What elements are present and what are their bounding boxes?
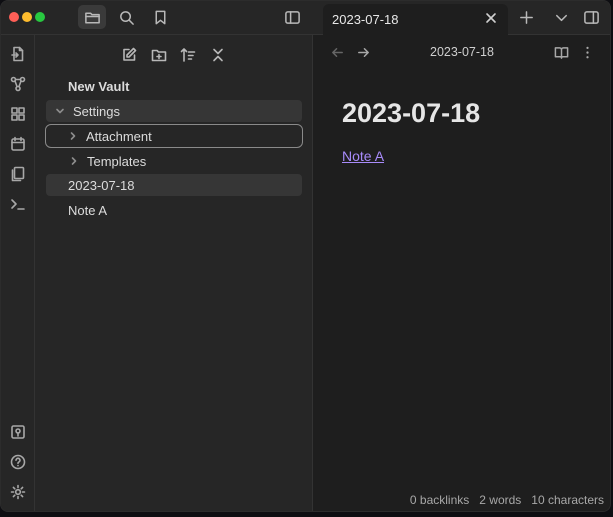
ribbon-graph-view[interactable]	[5, 71, 31, 97]
tree-folder-settings[interactable]: Settings	[46, 100, 302, 122]
reading-view-button[interactable]	[550, 41, 572, 63]
new-folder-icon	[151, 49, 167, 62]
page-title[interactable]: 2023-07-18	[342, 98, 480, 129]
file-explorer: New Vault Settings Attachment Templates …	[35, 35, 313, 511]
title-bar: 2023-07-18	[1, 1, 610, 35]
graph-view-icon	[10, 76, 26, 92]
sidebar-toggle-icon	[284, 10, 300, 24]
right-sidebar-icon	[583, 10, 599, 24]
app-window: 2023-07-18 New Vault Settings Attachment…	[0, 0, 611, 512]
more-options-button[interactable]	[576, 41, 598, 63]
tree-item-label: Note A	[68, 202, 108, 218]
canvas-icon	[11, 107, 25, 121]
ribbon-quick-switcher[interactable]	[5, 41, 31, 67]
vault-name-label: New Vault	[68, 78, 130, 94]
ribbon-daily-note[interactable]	[5, 131, 31, 157]
navigate-back-button[interactable]	[326, 41, 348, 63]
ribbon-command-palette[interactable]	[5, 191, 31, 217]
new-folder-button[interactable]	[147, 43, 171, 67]
plus-icon	[519, 10, 533, 24]
ribbon	[1, 35, 35, 511]
more-vertical-icon	[585, 46, 589, 58]
chevron-down-icon	[53, 104, 67, 118]
arrow-right-icon	[357, 47, 369, 57]
settings-icon	[10, 484, 26, 500]
right-sidebar-toggle[interactable]	[577, 5, 605, 29]
vault-name[interactable]: New Vault	[68, 75, 298, 97]
tree-item-label: 2023-07-18	[68, 177, 135, 193]
help-icon	[10, 454, 26, 470]
collapse-all-icon	[213, 48, 223, 62]
bookmark-icon	[154, 10, 166, 24]
folder-icon	[84, 11, 100, 23]
arrow-left-icon	[331, 47, 343, 57]
tree-folder-attachment[interactable]: Attachment	[45, 124, 303, 148]
ribbon-vault-switcher[interactable]	[5, 419, 31, 445]
tab-close-button[interactable]	[484, 11, 500, 27]
tree-file-2023-07-18[interactable]: 2023-07-18	[46, 174, 302, 196]
tab-list-button[interactable]	[547, 5, 575, 29]
tree-folder-templates[interactable]: Templates	[46, 150, 302, 172]
search-icon	[119, 10, 134, 25]
tree-item-label: Settings	[73, 103, 120, 119]
ribbon-settings[interactable]	[5, 479, 31, 505]
templates-icon	[11, 166, 25, 182]
bookmarks-button[interactable]	[146, 5, 174, 29]
chevron-right-icon	[66, 129, 80, 143]
close-icon	[486, 13, 496, 23]
new-note-icon	[123, 47, 137, 61]
tab-active[interactable]: 2023-07-18	[323, 4, 508, 35]
new-note-button[interactable]	[117, 43, 141, 67]
tree-file-note-a[interactable]: Note A	[46, 199, 302, 221]
close-window-button[interactable]	[9, 12, 19, 22]
character-count: 10 characters	[531, 493, 604, 507]
chevron-down-icon	[555, 14, 567, 21]
ribbon-templates[interactable]	[5, 161, 31, 187]
search-button[interactable]	[112, 5, 140, 29]
open-quick-switcher-icon	[11, 46, 24, 62]
ribbon-canvas[interactable]	[5, 101, 31, 127]
sort-button[interactable]	[176, 43, 200, 67]
sort-icon	[180, 48, 196, 62]
vault-switcher-icon	[11, 425, 25, 439]
navigate-forward-button[interactable]	[352, 41, 374, 63]
ribbon-help[interactable]	[5, 449, 31, 475]
files-button[interactable]	[78, 5, 106, 29]
tree-item-label: Attachment	[86, 128, 152, 144]
daily-note-icon	[11, 136, 25, 151]
book-open-icon	[554, 46, 568, 59]
minimize-window-button[interactable]	[22, 12, 32, 22]
new-tab-button[interactable]	[512, 5, 540, 29]
command-palette-icon	[11, 199, 25, 210]
editor-pane: 2023-07-18 2023-07-18 Note A 0 backlinks…	[313, 35, 610, 511]
word-count: 2 words	[479, 493, 522, 507]
breadcrumb[interactable]: 2023-07-18	[430, 45, 494, 59]
backlinks-count[interactable]: 0 backlinks	[410, 493, 469, 507]
internal-link[interactable]: Note A	[342, 148, 384, 164]
tree-item-label: Templates	[87, 153, 147, 169]
status-bar: 0 backlinks 2 words 10 characters	[313, 487, 610, 511]
tab-title: 2023-07-18	[332, 12, 399, 27]
zoom-window-button[interactable]	[35, 12, 45, 22]
left-sidebar-toggle[interactable]	[278, 5, 306, 29]
chevron-right-icon	[67, 154, 81, 168]
collapse-all-button[interactable]	[206, 43, 230, 67]
